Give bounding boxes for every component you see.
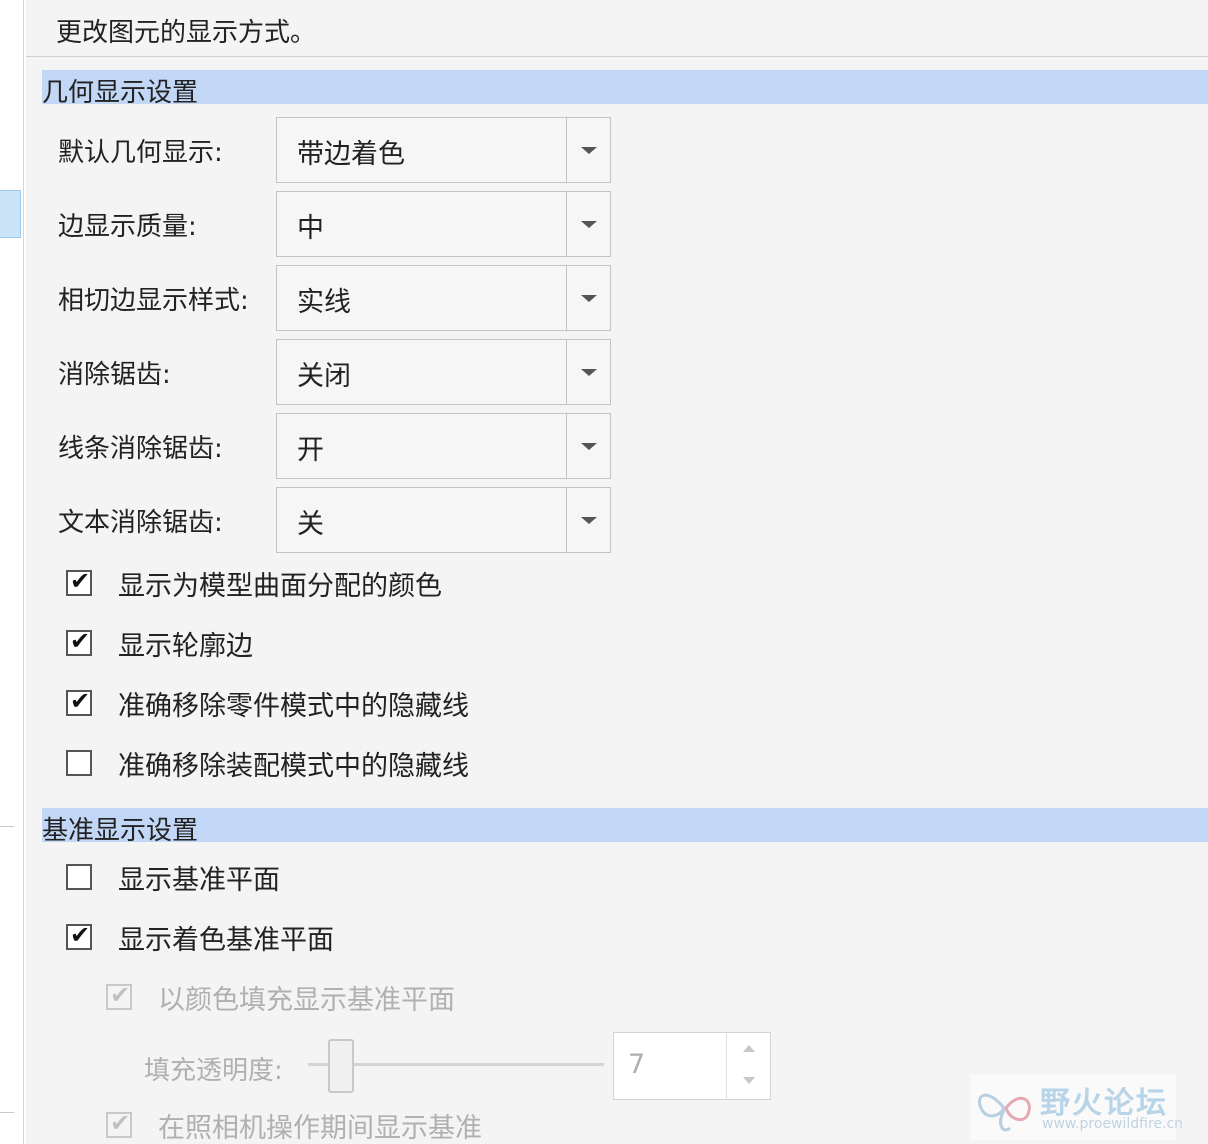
- checkbox[interactable]: ✔: [66, 921, 92, 950]
- text-anti-aliasing-dropdown[interactable]: 关: [276, 487, 611, 553]
- watermark-url: www.proewildfire.cn: [1042, 1116, 1184, 1132]
- default-geometry-display-dropdown[interactable]: 带边着色: [276, 117, 611, 183]
- datum-section-title: 基准显示设置: [42, 816, 199, 846]
- panel-description: 更改图元的显示方式。: [56, 18, 317, 48]
- spin-down-icon: [743, 1077, 755, 1084]
- checkbox-label: 以颜色填充显示基准平面: [158, 985, 455, 1016]
- checkmark-icon: ✔: [70, 567, 91, 595]
- geometry-section-title: 几何显示设置: [42, 78, 199, 108]
- spinbox-value: 7: [628, 1049, 646, 1080]
- display-options-panel: 更改图元的显示方式。 几何显示设置 默认几何显示: 带边着色 边显示质量: 中 …: [26, 0, 1208, 1144]
- checkmark-icon: ✔: [110, 981, 131, 1009]
- checkmark-icon: ✔: [70, 627, 91, 655]
- checkbox: ✔: [106, 981, 132, 1010]
- edge-display-quality-label: 边显示质量:: [58, 212, 197, 242]
- fill-transparency-spinbox: 7: [613, 1032, 771, 1100]
- dropdown-value: 实线: [297, 287, 351, 318]
- checkbox: ✔: [106, 1109, 132, 1138]
- forum-watermark: 野火论坛 www.proewildfire.cn: [970, 1074, 1183, 1140]
- dropdown-value: 关闭: [297, 361, 351, 392]
- dropdown-value: 中: [297, 213, 324, 244]
- tangent-edge-style-dropdown[interactable]: 实线: [276, 265, 611, 331]
- left-navigation-selected-item[interactable]: [0, 190, 21, 238]
- dropdown-value: 关: [297, 509, 324, 540]
- chevron-down-icon[interactable]: [566, 340, 610, 404]
- left-navigation-strip: [0, 0, 24, 1144]
- checkbox-label[interactable]: 显示轮廓边: [118, 624, 253, 663]
- fill-transparency-slider-handle: [328, 1039, 354, 1093]
- checkmark-icon: ✔: [70, 921, 91, 949]
- dropdown-value: 开: [297, 435, 324, 466]
- line-anti-aliasing-dropdown[interactable]: 开: [276, 413, 611, 479]
- spinbox-arrows: [726, 1033, 770, 1099]
- checkbox[interactable]: ✔: [66, 627, 92, 656]
- dropdown-value: 带边着色: [297, 139, 405, 170]
- line-anti-aliasing-label: 线条消除锯齿:: [58, 434, 223, 464]
- left-navigation-divider: [0, 826, 14, 827]
- default-geometry-display-label: 默认几何显示:: [58, 138, 223, 168]
- checkbox[interactable]: ✔: [66, 687, 92, 716]
- checkbox[interactable]: [66, 750, 92, 776]
- chevron-down-icon[interactable]: [566, 266, 610, 330]
- checkbox-label[interactable]: 显示为模型曲面分配的颜色: [118, 564, 442, 603]
- checkbox-label[interactable]: 准确移除装配模式中的隐藏线: [118, 744, 469, 783]
- chevron-down-icon[interactable]: [566, 488, 610, 552]
- tangent-edge-style-label: 相切边显示样式:: [58, 286, 249, 316]
- geometry-section-header: 几何显示设置: [42, 70, 1208, 108]
- edge-display-quality-dropdown[interactable]: 中: [276, 191, 611, 257]
- chevron-down-icon[interactable]: [566, 414, 610, 478]
- checkbox[interactable]: ✔: [66, 567, 92, 596]
- chevron-down-icon[interactable]: [566, 192, 610, 256]
- checkbox-label[interactable]: 显示基准平面: [118, 858, 280, 897]
- left-navigation-divider: [0, 1112, 14, 1113]
- checkmark-icon: ✔: [110, 1109, 131, 1137]
- butterfly-logo-icon: [978, 1093, 1031, 1132]
- fill-transparency-label: 填充透明度:: [144, 1056, 283, 1086]
- checkmark-icon: ✔: [70, 687, 91, 715]
- chevron-down-icon[interactable]: [566, 118, 610, 182]
- checkbox[interactable]: [66, 864, 92, 890]
- anti-aliasing-dropdown[interactable]: 关闭: [276, 339, 611, 405]
- panel-description-bar: 更改图元的显示方式。: [26, 0, 1208, 57]
- checkbox-label[interactable]: 准确移除零件模式中的隐藏线: [118, 684, 469, 723]
- text-anti-aliasing-label: 文本消除锯齿:: [58, 508, 223, 538]
- anti-aliasing-label: 消除锯齿:: [58, 360, 171, 390]
- checkbox-label: 在照相机操作期间显示基准: [158, 1113, 482, 1144]
- checkbox-label[interactable]: 显示着色基准平面: [118, 918, 334, 957]
- spin-up-icon: [743, 1045, 755, 1052]
- datum-section-header: 基准显示设置: [42, 808, 1208, 846]
